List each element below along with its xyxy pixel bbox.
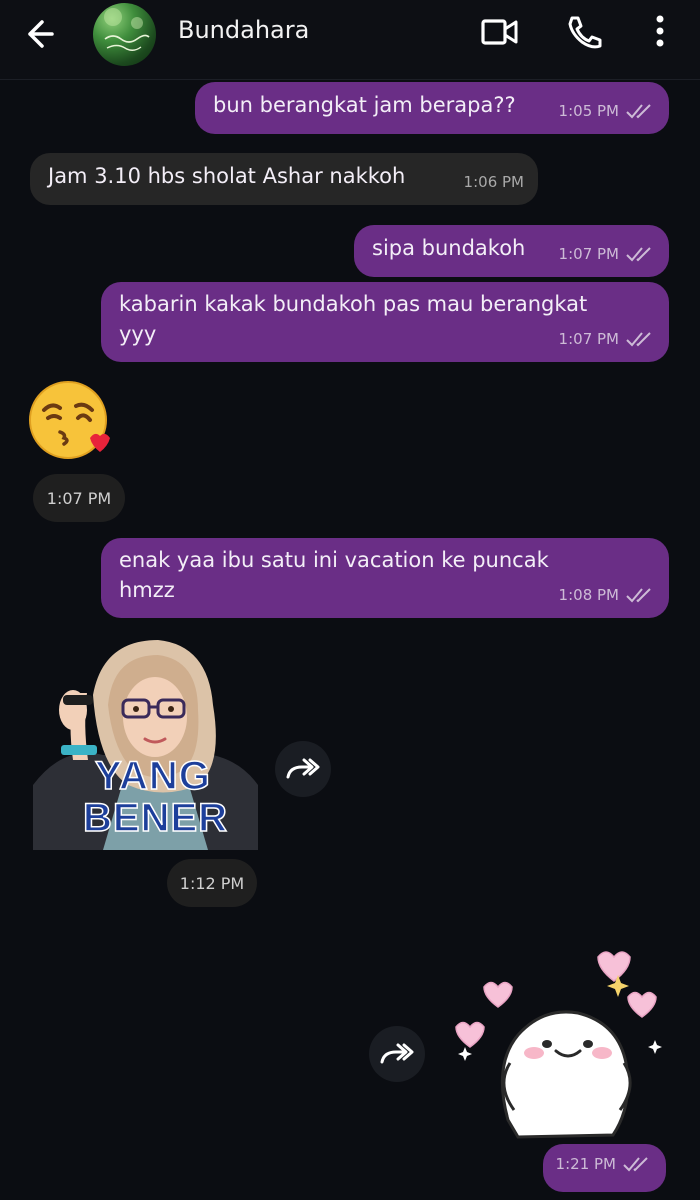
forward-button[interactable]: [275, 741, 331, 797]
forward-button[interactable]: [369, 1026, 425, 1082]
sticker-caption: YANG BENER: [82, 754, 228, 840]
forward-icon: [286, 758, 320, 779]
message-time: 1:21 PM: [555, 1155, 616, 1173]
message-meta: 1:21 PM: [556, 1149, 652, 1179]
message-text-line: hmzz: [119, 578, 175, 602]
hearts-sticker[interactable]: [448, 945, 670, 1140]
message-time: 1:08 PM: [558, 586, 619, 604]
message-bubble[interactable]: kabarin kakak bundakoh pas mau berangkat…: [101, 282, 669, 362]
double-check-icon: [626, 247, 651, 262]
message-meta: 1:06 PM: [464, 167, 524, 197]
double-check-icon: [626, 588, 651, 603]
phone-call-icon[interactable]: [562, 12, 606, 52]
message-text: sipa bundakoh: [372, 236, 526, 260]
message-bubble[interactable]: sipa bundakoh 1:07 PM: [354, 225, 669, 277]
message-time: 1:07 PM: [558, 330, 619, 348]
more-options-icon[interactable]: [638, 12, 682, 52]
message-bubble[interactable]: Jam 3.10 hbs sholat Ashar nakkoh 1:06 PM: [30, 153, 538, 205]
back-arrow-icon[interactable]: [22, 14, 66, 54]
double-check-icon: [626, 332, 651, 347]
sticker-caption-line: YANG: [94, 754, 211, 798]
message-time: 1:05 PM: [558, 102, 619, 120]
message-text: enak yaa ibu satu ini vacation ke puncak…: [119, 545, 549, 605]
double-check-icon: [623, 1157, 648, 1172]
message-meta: 1:05 PM: [559, 96, 655, 126]
message-text: bun berangkat jam berapa??: [213, 93, 516, 117]
message-text-line: enak yaa ibu satu ini vacation ke puncak: [119, 548, 549, 572]
avatar[interactable]: [93, 3, 156, 66]
message-meta: 1:08 PM: [559, 580, 655, 610]
message-bubble[interactable]: bun berangkat jam berapa?? 1:05 PM: [195, 82, 669, 134]
double-check-icon: [626, 104, 651, 119]
kiss-emoji[interactable]: [28, 380, 112, 464]
message-time: 1:07 PM: [558, 245, 619, 263]
contact-name[interactable]: Bundahara: [178, 16, 309, 44]
message-time-chip: 1:07 PM: [33, 474, 125, 522]
message-time-chip: 1:12 PM: [167, 859, 257, 907]
sticker-caption-line: BENER: [82, 796, 229, 840]
chat-header: Bundahara: [0, 0, 700, 80]
video-call-icon[interactable]: [477, 12, 521, 52]
woman-sticker[interactable]: YANG BENER: [33, 635, 258, 850]
message-text: kabarin kakak bundakoh pas mau berangkat…: [119, 289, 587, 349]
message-text: Jam 3.10 hbs sholat Ashar nakkoh: [48, 164, 406, 188]
message-text-line: yyy: [119, 322, 157, 346]
message-time: 1:06 PM: [463, 173, 524, 191]
message-meta: 1:07 PM: [559, 239, 655, 269]
message-text-line: kabarin kakak bundakoh pas mau berangkat: [119, 292, 588, 316]
forward-icon: [380, 1043, 414, 1064]
message-time-pill: 1:21 PM: [543, 1144, 666, 1192]
message-meta: 1:07 PM: [559, 324, 655, 354]
message-bubble[interactable]: enak yaa ibu satu ini vacation ke puncak…: [101, 538, 669, 618]
